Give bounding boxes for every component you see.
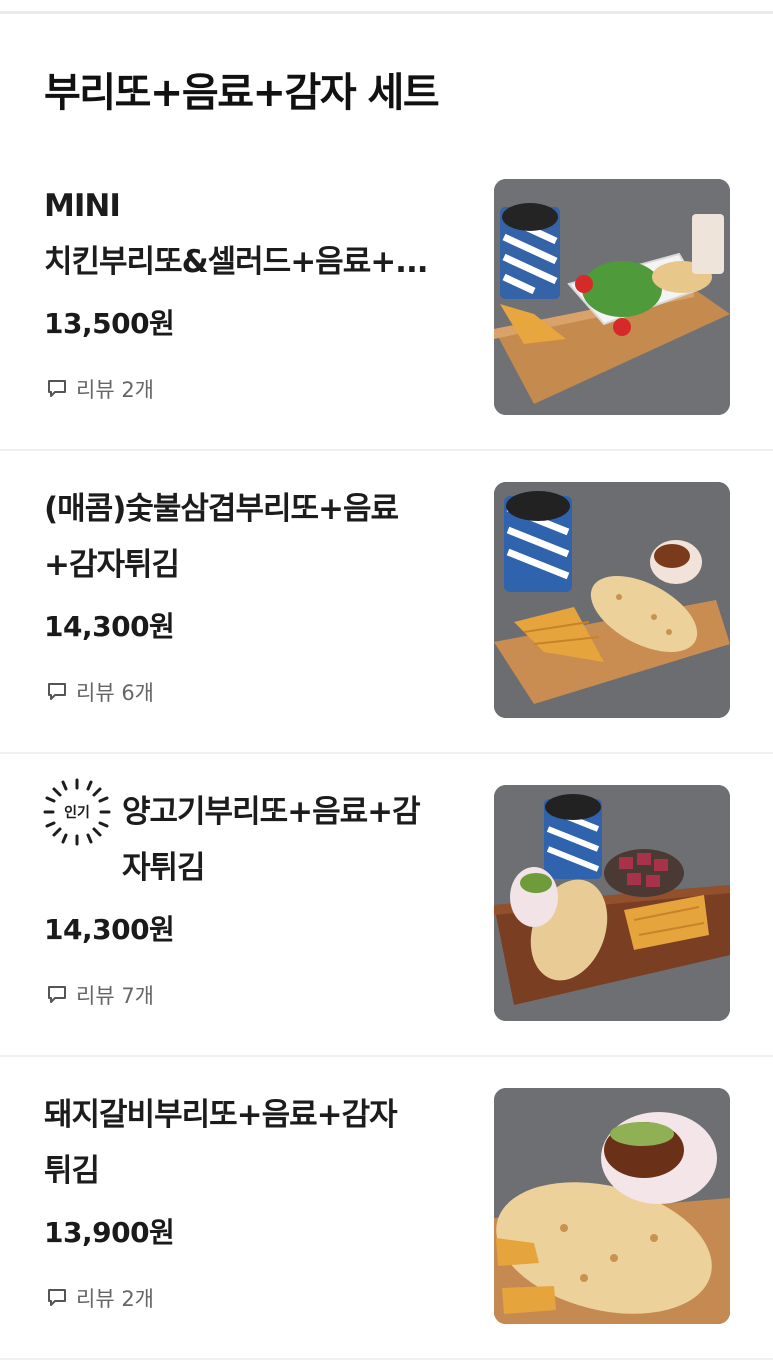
top-divider bbox=[0, 11, 773, 14]
menu-item-photo[interactable] bbox=[494, 785, 730, 1021]
review-count-label: 리뷰 2개 bbox=[76, 1287, 154, 1311]
menu-item-price: 13,500원 bbox=[44, 307, 175, 340]
menu-item[interactable]: MINI 치킨부리또&셀러드+음료+... 13,500원 리뷰 2개 bbox=[0, 148, 773, 451]
review-count[interactable]: 리뷰 2개 bbox=[46, 1283, 154, 1313]
speech-bubble-icon bbox=[48, 683, 66, 700]
menu-item-photo[interactable] bbox=[494, 179, 730, 415]
menu-item-price: 13,900원 bbox=[44, 1216, 175, 1249]
menu-item[interactable]: 인기 양고기부리또+음료+감 자튀김 14,300원 리뷰 7개 bbox=[0, 754, 773, 1057]
review-count[interactable]: 리뷰 7개 bbox=[46, 980, 154, 1010]
speech-bubble-icon bbox=[48, 380, 66, 397]
speech-bubble-icon bbox=[48, 1289, 66, 1306]
menu-item-name: 돼지갈비부리또+음료+감자 튀김 bbox=[44, 1097, 398, 1189]
section-title: 부리또+음료+감자 세트 bbox=[44, 70, 440, 116]
review-count[interactable]: 리뷰 6개 bbox=[46, 677, 154, 707]
review-count-label: 리뷰 2개 bbox=[76, 378, 154, 402]
menu-list: MINI 치킨부리또&셀러드+음료+... 13,500원 리뷰 2개 (매콤)… bbox=[0, 148, 773, 1360]
menu-item-price: 14,300원 bbox=[44, 913, 175, 946]
review-count-label: 리뷰 6개 bbox=[76, 681, 154, 705]
review-count-label: 리뷰 7개 bbox=[76, 984, 154, 1008]
speech-bubble-icon bbox=[48, 986, 66, 1003]
review-count[interactable]: 리뷰 2개 bbox=[46, 374, 154, 404]
menu-item-price: 14,300원 bbox=[44, 610, 175, 643]
menu-item[interactable]: (매콤)숯불삼겹부리또+음료 +감자튀김 14,300원 리뷰 6개 bbox=[0, 451, 773, 754]
menu-item[interactable]: 돼지갈비부리또+음료+감자 튀김 13,900원 리뷰 2개 bbox=[0, 1057, 773, 1360]
menu-item-name: 양고기부리또+음료+감 자튀김 bbox=[122, 794, 421, 886]
menu-item-name: (매콤)숯불삼겹부리또+음료 +감자튀김 bbox=[44, 491, 399, 583]
menu-item-photo[interactable] bbox=[494, 482, 730, 718]
menu-item-name: MINI 치킨부리또&셀러드+음료+... bbox=[44, 188, 429, 280]
menu-item-photo[interactable] bbox=[494, 1088, 730, 1324]
